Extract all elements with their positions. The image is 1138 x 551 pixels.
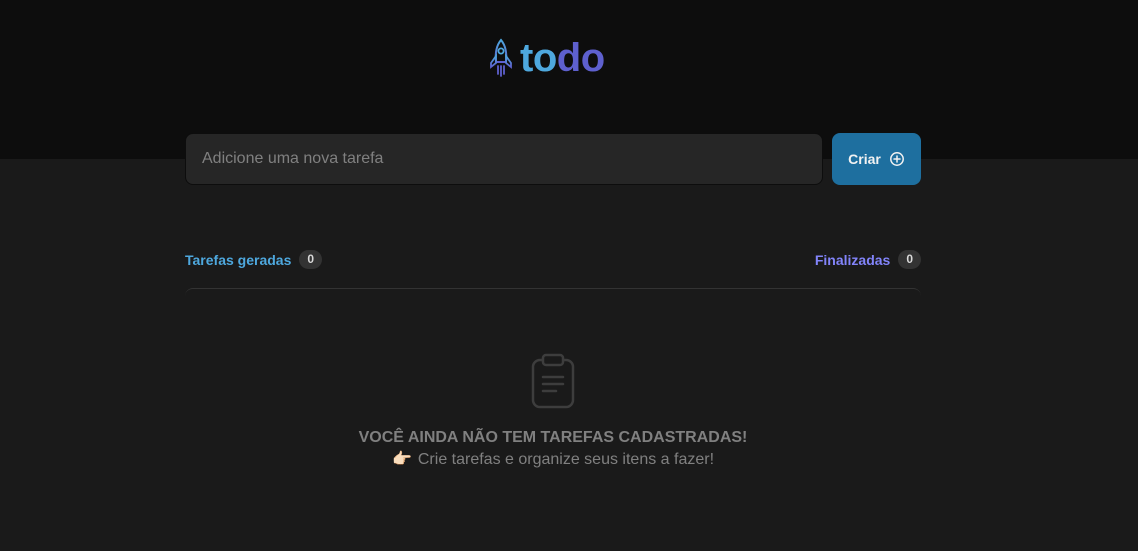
create-button[interactable]: Criar (832, 133, 921, 185)
created-tasks-count: 0 (299, 250, 323, 269)
created-tasks-counter: Tarefas geradas 0 (185, 250, 323, 269)
empty-state-subtitle: Crie tarefas e organize seus itens a faz… (417, 451, 715, 468)
clipboard-icon (531, 353, 575, 409)
new-task-input[interactable] (185, 133, 823, 185)
plus-circle-icon (889, 152, 904, 166)
create-button-label: Criar (848, 151, 881, 167)
pointing-hand-icon: 👉🏻 (391, 451, 412, 468)
created-tasks-label: Tarefas geradas (185, 251, 292, 268)
done-tasks-counter: Finalizadas 0 (815, 250, 921, 269)
logo-text-do: do (556, 36, 605, 80)
new-task-form: Criar (185, 133, 921, 185)
task-counters: Tarefas geradas 0 Finalizadas 0 (185, 250, 921, 269)
empty-state-subtitle-row: 👉🏻 Crie tarefas e organize seus itens a … (392, 449, 714, 471)
logo-text: todo (520, 38, 605, 78)
app-logo: todo (488, 38, 605, 78)
rocket-icon (490, 38, 512, 77)
done-tasks-label: Finalizadas (814, 251, 891, 268)
done-tasks-count: 0 (898, 250, 921, 269)
empty-task-list: VOCÊ AINDA NÃO TEM TAREFAS CADASTRADAS! … (185, 288, 921, 551)
empty-state-title: VOCÊ AINDA NÃO TEM TAREFAS CADASTRADAS! (358, 429, 748, 446)
logo-text-to: to (520, 36, 557, 80)
